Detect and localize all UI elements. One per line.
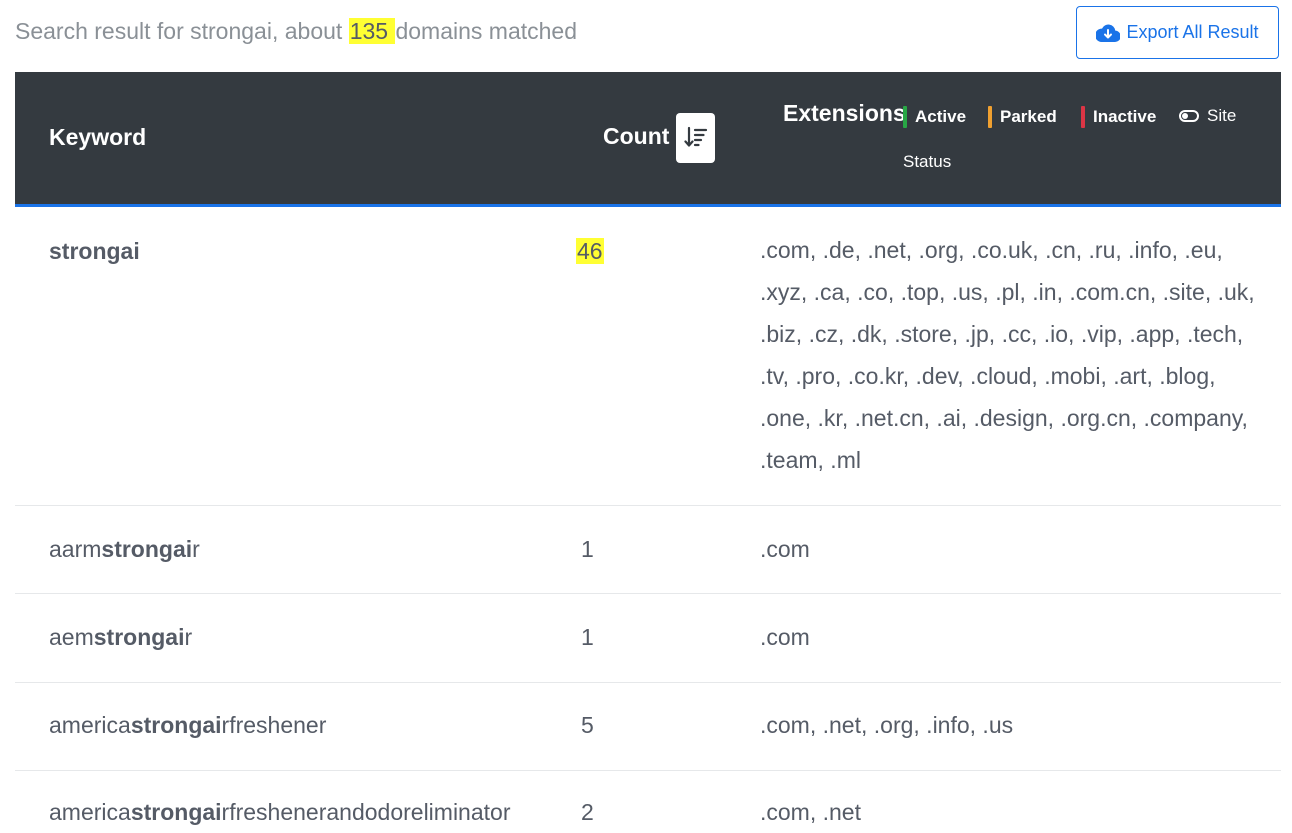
keyword-suffix: r [192,536,200,562]
legend-site-label: Site [1207,106,1237,125]
extensions-cell: .com [760,536,810,562]
keyword-suffix: rfreshenerandodoreliminator [221,799,511,825]
keyword-match: strongai [130,799,222,825]
table-row[interactable]: strongai 46 .com, .de, .net, .org, .co.u… [15,207,1281,506]
legend-active: Active [903,106,966,128]
table-header: Keyword Count Extensions Active Parked I… [15,72,1281,207]
search-summary: Search result for strongai, about 135 do… [15,18,577,45]
keyword-prefix: america [49,712,131,738]
cloud-download-icon [1096,24,1121,42]
table-row[interactable]: aemstrongair 1 .com [15,594,1281,683]
keyword-cell: aarmstrongair [49,536,200,563]
count-cell: 2 [581,799,594,825]
table-row[interactable]: americastrongairfreshenerandodoreliminat… [15,771,1281,825]
result-count-highlight: 135 [348,18,396,44]
export-button-label: Export All Result [1126,22,1259,42]
keyword-column-header: Keyword [49,124,147,150]
table-row[interactable]: americastrongairfreshener 5 .com, .net, … [15,683,1281,771]
keyword-suffix: rfreshener [221,712,327,738]
count-cell: 5 [581,712,594,738]
count-cell: 46 [576,238,604,265]
legend-inactive: Inactive [1081,106,1156,128]
extensions-column-header: Extensions [783,100,906,126]
legend-status-label: Status [903,152,952,171]
keyword-suffix: r [184,624,193,650]
extensions-cell: .com, .net, .org, .info, .us [760,712,1014,738]
keyword-match: strongai [93,624,185,650]
count-cell: 1 [581,624,594,650]
legend-site-status: Site [1179,106,1236,126]
keyword-cell: strongai [49,238,140,265]
active-color-swatch [903,106,907,128]
summary-suffix: domains matched [395,18,577,44]
legend-parked-label: Parked [1000,107,1057,126]
count-highlight: 46 [576,238,604,264]
extensions-cell: .com, .net [760,799,861,825]
legend-inactive-label: Inactive [1093,107,1157,126]
table-row[interactable]: aarmstrongair 1 .com [15,506,1281,594]
keyword-match: strongai [49,238,140,264]
keyword-prefix: america [49,799,131,825]
summary-prefix: Search result for strongai, about [15,18,349,44]
sort-count-button[interactable] [676,113,715,163]
extensions-cell: .com, .de, .net, .org, .co.uk, .cn, .ru,… [760,237,1255,473]
count-column-header: Count [603,123,670,149]
top-bar: Search result for strongai, about 135 do… [0,0,1292,70]
extensions-cell: .com [760,624,810,650]
parked-color-swatch [988,106,992,128]
export-all-button[interactable]: Export All Result [1076,6,1279,59]
inactive-color-swatch [1081,106,1085,128]
keyword-cell: americastrongairfreshener [49,712,326,739]
count-cell: 1 [581,536,594,562]
keyword-prefix: aarm [49,536,102,562]
keyword-match: strongai [130,712,222,738]
legend-active-label: Active [915,107,967,126]
sort-descending-icon [683,126,707,147]
legend-parked: Parked [988,106,1057,128]
toggle-icon [1179,110,1199,122]
keyword-match: strongai [101,536,193,562]
keyword-cell: aemstrongair [49,624,192,651]
keyword-prefix: aem [49,624,94,650]
keyword-cell: americastrongairfreshenerandodoreliminat… [49,799,510,826]
